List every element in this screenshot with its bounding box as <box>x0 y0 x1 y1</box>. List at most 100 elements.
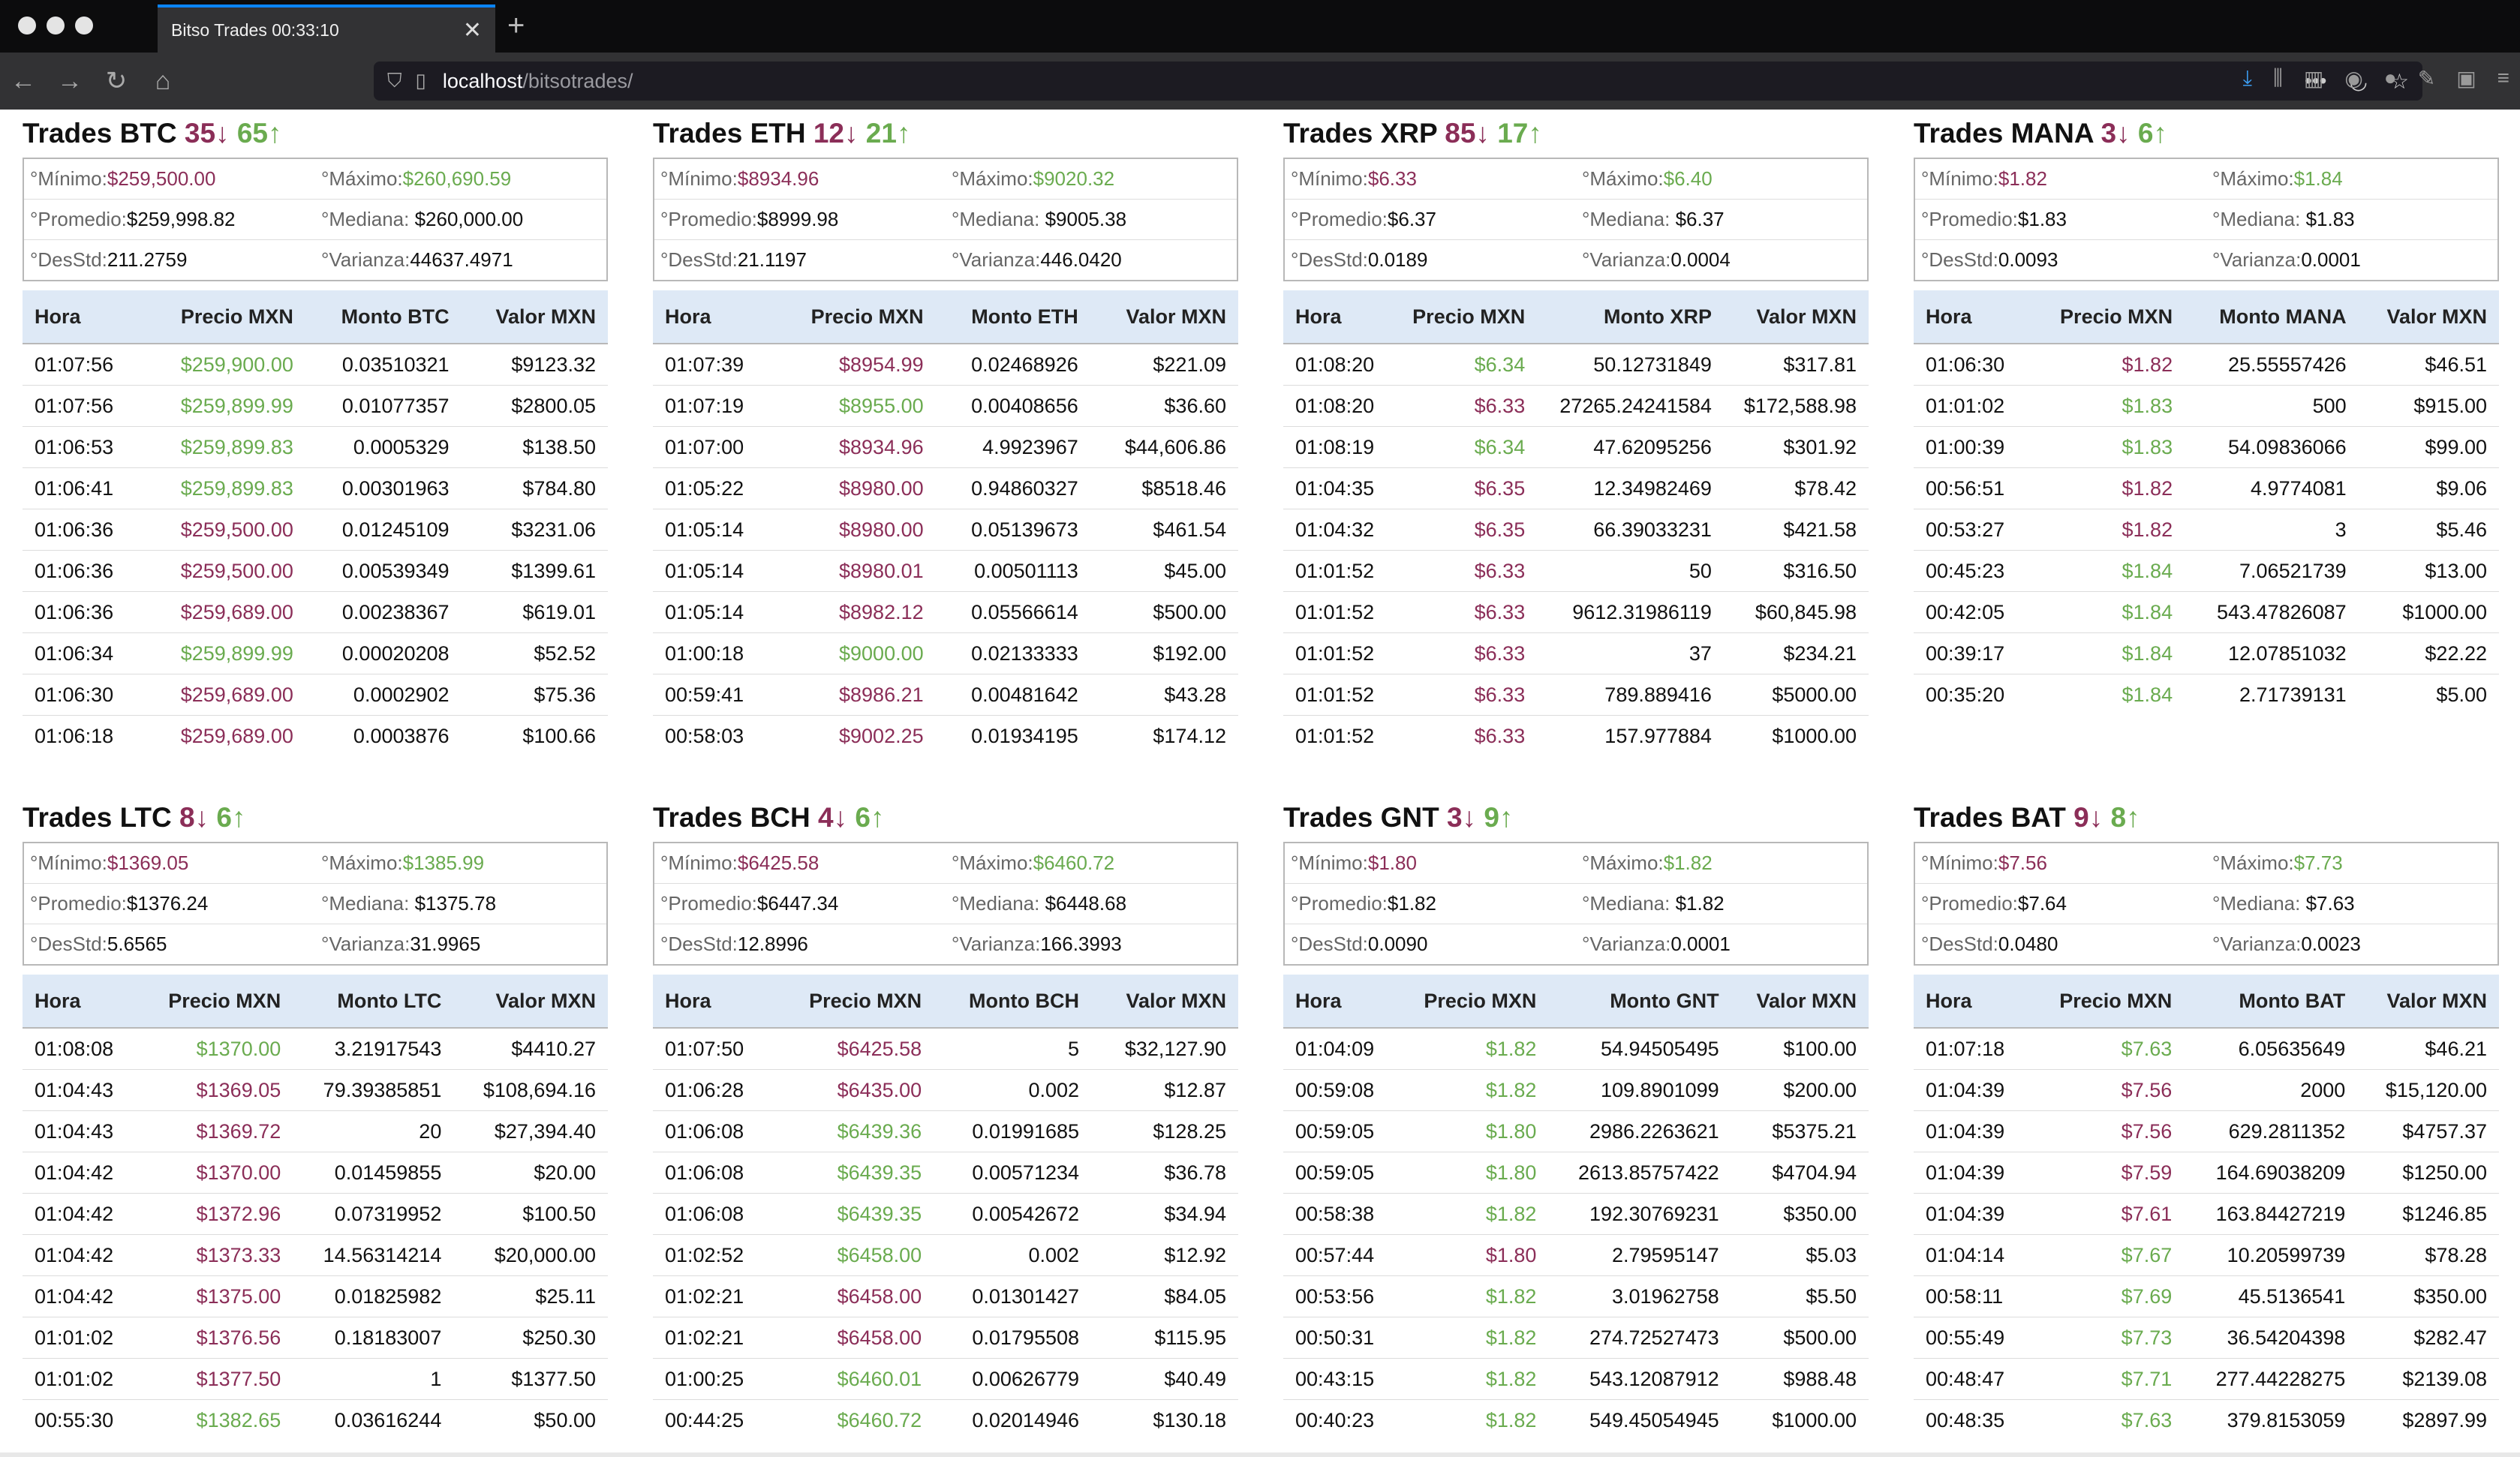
trade-time: 01:06:28 <box>653 1069 774 1111</box>
trade-amount: 3 <box>2185 509 2359 551</box>
trade-time: 00:59:41 <box>653 674 774 716</box>
stat-label: °Mediana: <box>321 208 410 230</box>
trade-price: $6460.72 <box>773 1399 934 1440</box>
table-row: 01:00:25 $6460.01 0.00626779 $40.49 <box>653 1358 1238 1400</box>
url-text[interactable]: localhost/bitsotrades/ <box>443 70 633 93</box>
table-row: 01:06:34 $259,899.99 0.00020208 $52.52 <box>23 632 608 674</box>
table-row: 00:53:27 $1.82 3 $5.46 <box>1914 509 2499 551</box>
trade-value: $9.06 <box>2358 467 2499 509</box>
stat-median: °Mediana: $1375.78 <box>315 892 606 915</box>
close-window-button[interactable] <box>18 17 36 35</box>
trade-value: $1000.00 <box>1723 715 1869 756</box>
trade-time: 01:04:39 <box>1914 1069 2030 1111</box>
table-row: 01:01:02 $1.83 500 $915.00 <box>1914 385 2499 427</box>
account-icon[interactable]: ◉ <box>2344 66 2362 91</box>
table-row: 01:07:39 $8954.99 0.02468926 $221.09 <box>653 343 1238 386</box>
trade-amount: 0.002 <box>934 1234 1092 1276</box>
trade-time: 01:01:52 <box>1283 591 1393 633</box>
stat-value: $7.64 <box>2017 892 2067 915</box>
trade-price: $8954.99 <box>774 343 936 386</box>
url-bar[interactable]: ⛉ ▯ localhost/bitsotrades/ ••• ◡ ☆ <box>374 62 2422 101</box>
back-icon[interactable]: ← <box>0 67 47 96</box>
table-row: 01:08:20 $6.33 27265.24241584 $172,588.98 <box>1283 385 1869 427</box>
trade-amount: 50 <box>1537 550 1724 592</box>
new-tab-icon[interactable]: + <box>507 9 525 43</box>
stat-value: $9005.38 <box>1039 208 1127 230</box>
stat-value: $6448.68 <box>1039 892 1127 915</box>
stat-value: $1.83 <box>2017 208 2067 230</box>
stats-box: °Mínimo:$1.80 °Máximo:$1.82 °Promedio:$1.8… <box>1283 842 1869 966</box>
trade-price: $1.80 <box>1397 1152 1549 1194</box>
trade-time: 00:53:27 <box>1914 509 2031 551</box>
page-bottom-edge <box>0 1452 2520 1457</box>
stats-row: °Mínimo:$6425.58 °Máximo:$6460.72 <box>654 843 1237 883</box>
close-tab-icon[interactable]: ✕ <box>463 17 482 44</box>
minimize-window-button[interactable] <box>47 17 65 35</box>
stat-std: °DesStd:0.0480 <box>1915 933 2206 956</box>
sidebar-icon[interactable]: ▥ <box>2304 66 2323 91</box>
stats-box: °Mínimo:$7.56 °Máximo:$7.73 °Promedio:$7.6… <box>1914 842 2499 966</box>
trade-time: 01:07:50 <box>653 1027 774 1070</box>
download-icon[interactable]: ⤓ <box>2243 66 2252 91</box>
stats-row: °DesStd:5.6565 °Varianza:31.9965 <box>24 924 606 964</box>
trade-price: $6.33 <box>1392 550 1538 592</box>
trade-amount: 2000 <box>2184 1069 2358 1111</box>
stat-label: °Mínimo: <box>660 167 738 190</box>
table-row: 00:45:23 $1.84 7.06521739 $13.00 <box>1914 550 2499 592</box>
shield-icon[interactable]: ⛉ <box>387 69 402 93</box>
trade-amount: 0.05566614 <box>935 591 1090 633</box>
trade-price: $1.82 <box>1397 1193 1549 1235</box>
trade-amount: 47.62095256 <box>1537 426 1724 468</box>
stat-label: °Mediana: <box>2212 892 2301 915</box>
trade-amount: 0.01301427 <box>934 1275 1092 1317</box>
column-header: Monto XRP <box>1537 290 1724 344</box>
browser-tab[interactable]: Bitso Trades 00:33:10 ✕ <box>158 5 495 53</box>
trade-price: $1377.50 <box>138 1358 293 1400</box>
stat-label: °Promedio: <box>30 892 127 915</box>
stat-max: °Máximo:$1.84 <box>2206 167 2497 191</box>
reload-icon[interactable]: ↻ <box>93 66 140 96</box>
trade-value: $5.50 <box>1731 1275 1869 1317</box>
stat-label: °Varianza: <box>1582 248 1671 271</box>
up-count: 21↑ <box>865 118 911 149</box>
table-row: 01:04:43 $1369.05 79.39385851 $108,694.16 <box>23 1069 608 1111</box>
table-row: 01:08:08 $1370.00 3.21917543 $4410.27 <box>23 1027 608 1070</box>
forward-icon[interactable]: → <box>47 67 93 96</box>
trade-value: $34.94 <box>1091 1193 1238 1235</box>
maximize-window-button[interactable] <box>75 17 93 35</box>
stats-row: °DesStd:0.0093 °Varianza:0.0001 <box>1915 239 2497 280</box>
library-icon[interactable]: ⫼ <box>2273 66 2283 91</box>
stats-row: °Mínimo:$1.80 °Máximo:$1.82 <box>1285 843 1867 883</box>
table-row: 00:42:05 $1.84 543.47826087 $1000.00 <box>1914 591 2499 633</box>
trade-time: 01:06:41 <box>23 467 144 509</box>
trade-time: 01:04:43 <box>23 1069 139 1111</box>
trade-amount: 0.01459855 <box>293 1152 454 1194</box>
page-icon[interactable]: ▯ <box>416 69 426 93</box>
tab-title: Bitso Trades 00:33:10 <box>171 20 339 40</box>
table-row: 01:08:20 $6.34 50.12731849 $317.81 <box>1283 343 1869 386</box>
trade-time: 01:06:18 <box>23 715 144 756</box>
trade-time: 01:06:08 <box>653 1152 774 1194</box>
trade-value: $130.18 <box>1091 1399 1238 1440</box>
table-row: 01:07:56 $259,899.99 0.01077357 $2800.05 <box>23 385 608 427</box>
trade-amount: 2.79595147 <box>1548 1234 1731 1276</box>
trade-amount: 0.00501113 <box>935 550 1090 592</box>
home-icon[interactable]: ⌂ <box>140 67 186 96</box>
panel-title-text: Trades BCH <box>653 802 810 833</box>
trade-amount: 12.07851032 <box>2185 632 2359 674</box>
stat-value: $1385.99 <box>402 852 485 874</box>
stat-label: °Promedio: <box>1921 208 2018 230</box>
tools-icon[interactable]: ✎ <box>2418 66 2435 91</box>
table-row: 01:07:18 $7.63 6.05635649 $46.21 <box>1914 1027 2499 1070</box>
column-header: Valor MXN <box>1723 290 1869 344</box>
table-row: 00:56:51 $1.82 4.9774081 $9.06 <box>1914 467 2499 509</box>
stats-row: °Promedio:$1376.24 °Mediana: $1375.78 <box>24 883 606 924</box>
extension-icon[interactable]: ● <box>2384 66 2397 91</box>
table-row: 01:05:14 $8980.01 0.00501113 $45.00 <box>653 550 1238 592</box>
trade-price: $6439.35 <box>773 1193 934 1235</box>
stat-max: °Máximo:$1.82 <box>1576 852 1867 875</box>
trade-time: 01:01:02 <box>23 1317 139 1359</box>
translate-icon[interactable]: ▣ <box>2456 66 2476 91</box>
column-header: Valor MXN <box>2358 290 2499 344</box>
menu-icon[interactable]: ≡ <box>2497 66 2509 91</box>
